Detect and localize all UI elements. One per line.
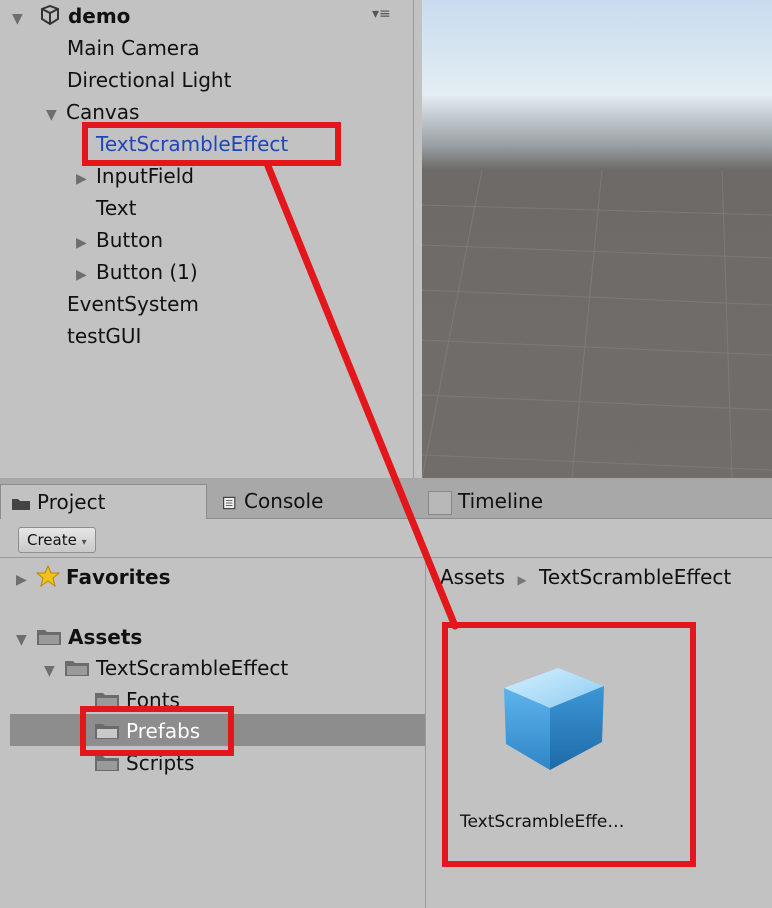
- button-label: Button: [96, 228, 163, 252]
- breadcrumb-separator-icon: ▶: [517, 573, 527, 587]
- hierarchy-item-main-camera[interactable]: Main Camera: [67, 34, 200, 62]
- tab-timeline-label: Timeline: [458, 489, 544, 513]
- hierarchy-item-button-1[interactable]: ▶ Button (1): [76, 258, 198, 289]
- project-toolbar: Create ▾: [0, 519, 772, 558]
- breadcrumb: Assets ▶ TextScrambleEffect: [440, 562, 731, 595]
- dropdown-arrow-icon: ▾: [81, 537, 87, 548]
- expand-triangle-icon[interactable]: ▼: [16, 625, 36, 655]
- breadcrumb-current[interactable]: TextScrambleEffect: [539, 565, 731, 589]
- timeline-icon: [428, 490, 452, 515]
- tree-item-favorites[interactable]: ▶ Favorites: [16, 562, 171, 595]
- hierarchy-item-testgui[interactable]: testGUI: [67, 322, 141, 350]
- tab-console-label: Console: [244, 489, 324, 513]
- hierarchy-item-button[interactable]: ▶ Button: [76, 226, 163, 257]
- hierarchy-item-eventsystem[interactable]: EventSystem: [67, 290, 199, 318]
- favorites-label: Favorites: [66, 565, 171, 589]
- tab-timeline[interactable]: Timeline: [418, 484, 628, 518]
- folder-icon: [37, 630, 61, 645]
- folder-icon: [12, 498, 30, 510]
- hierarchy-panel: ▼ demo ▾≡ Main Camera Directional Light …: [0, 0, 414, 478]
- annotation-box-prefabs-folder: [80, 706, 234, 756]
- collapsed-triangle-icon[interactable]: ▶: [16, 565, 36, 595]
- tab-bar: Project Console Timeline: [0, 478, 772, 519]
- tab-console[interactable]: Console: [212, 484, 407, 518]
- hierarchy-item-text[interactable]: Text: [96, 194, 136, 222]
- menu-icon[interactable]: ▾≡: [372, 6, 391, 22]
- hierarchy-item-inputfield[interactable]: ▶ InputField: [76, 162, 194, 193]
- annotation-box-prefab-asset: [442, 622, 696, 867]
- folder-icon: [95, 756, 119, 771]
- assets-label: Assets: [68, 625, 143, 649]
- unity-scene-icon: [40, 4, 59, 26]
- scene-row[interactable]: ▼ demo: [12, 2, 130, 33]
- expand-triangle-icon[interactable]: ▼: [46, 101, 66, 129]
- textscrambleeffect-folder-label: TextScrambleEffect: [96, 656, 289, 680]
- scene-grid: [422, 169, 772, 478]
- inputfield-label: InputField: [96, 164, 194, 188]
- annotation-box-hierarchy: [82, 122, 341, 166]
- tree-item-assets[interactable]: ▼ Assets: [16, 622, 142, 655]
- tab-project-label: Project: [37, 490, 106, 514]
- folder-icon: [65, 661, 89, 676]
- create-button[interactable]: Create ▾: [18, 527, 96, 553]
- tree-item-textscrambleeffect[interactable]: ▼ TextScrambleEffect: [44, 653, 288, 686]
- expand-triangle-icon[interactable]: ▼: [44, 656, 64, 686]
- hierarchy-item-directional-light[interactable]: Directional Light: [67, 66, 231, 94]
- button-1-label: Button (1): [96, 260, 198, 284]
- collapsed-triangle-icon[interactable]: ▶: [76, 229, 96, 257]
- canvas-label: Canvas: [66, 100, 140, 124]
- create-label: Create: [27, 531, 77, 549]
- tab-project[interactable]: Project: [0, 484, 207, 519]
- expand-triangle-icon[interactable]: ▼: [12, 5, 32, 33]
- collapsed-triangle-icon[interactable]: ▶: [76, 261, 96, 289]
- collapsed-triangle-icon[interactable]: ▶: [76, 165, 96, 193]
- scene-name: demo: [67, 4, 131, 28]
- breadcrumb-root[interactable]: Assets: [440, 565, 505, 589]
- console-icon: [223, 496, 236, 509]
- star-icon: [35, 564, 61, 588]
- scene-view[interactable]: [422, 0, 772, 478]
